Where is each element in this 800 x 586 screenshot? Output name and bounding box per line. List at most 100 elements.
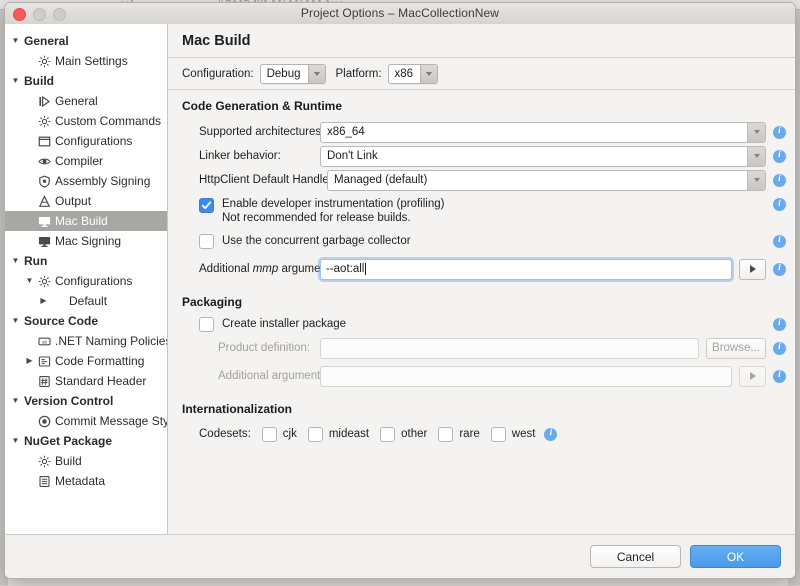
disclosure-spacer: ·	[23, 457, 36, 465]
chevron-down-icon	[747, 147, 765, 166]
platform-dropdown[interactable]: x86	[388, 64, 439, 84]
disclosure-open-icon[interactable]: ▼	[9, 257, 22, 265]
additional-arguments-label: Additional arguments:	[182, 370, 320, 382]
gear-icon	[36, 455, 53, 468]
codeset-checkbox-mideast[interactable]	[308, 427, 323, 442]
sidebar-item-run[interactable]: ▼Run	[5, 251, 167, 271]
info-icon[interactable]: i	[773, 174, 786, 187]
sidebar-item-general[interactable]: ·General	[5, 91, 167, 111]
page-title: Mac Build	[182, 33, 250, 49]
row-supported-architectures: Supported architectures: x86_64 i	[168, 120, 795, 144]
cancel-button[interactable]: Cancel	[590, 545, 681, 568]
codeset-checkbox-cjk[interactable]	[262, 427, 277, 442]
disclosure-spacer: ·	[23, 57, 36, 65]
sidebar-item-source-code[interactable]: ▼Source Code	[5, 311, 167, 331]
svg-text:ab: ab	[42, 339, 48, 344]
info-icon[interactable]: i	[773, 318, 786, 331]
browse-button[interactable]: Browse...	[706, 338, 766, 359]
sidebar-item-default[interactable]: ▶Default	[5, 291, 167, 311]
disclosure-open-icon[interactable]: ▼	[9, 397, 22, 405]
dialog-titlebar[interactable]: Project Options – MacCollectionNew	[5, 3, 795, 25]
sidebar-item-custom-commands[interactable]: ·Custom Commands	[5, 111, 167, 131]
sidebar-item-label: Version Control	[22, 394, 113, 408]
sidebar-item-metadata[interactable]: ·Metadata	[5, 471, 167, 491]
info-icon[interactable]: i	[773, 342, 786, 355]
httpclient-handler-dropdown[interactable]: Managed (default)	[327, 170, 766, 191]
sidebar-item-main-settings[interactable]: ·Main Settings	[5, 51, 167, 71]
disclosure-spacer: ·	[23, 97, 36, 105]
info-icon[interactable]: i	[773, 126, 786, 139]
sidebar-item-net-naming-policies[interactable]: ·ab.NET Naming Policies	[5, 331, 167, 351]
chevron-down-icon	[747, 171, 765, 190]
info-icon[interactable]: i	[773, 235, 786, 248]
sidebar-item-mac-build[interactable]: ·Mac Build	[5, 211, 167, 231]
sidebar-item-label: Source Code	[22, 314, 98, 328]
sidebar-item-build[interactable]: ·Build	[5, 451, 167, 471]
settings-scroll-area[interactable]: Code Generation & Runtime Supported arch…	[168, 90, 795, 535]
ok-button[interactable]: OK	[690, 545, 781, 568]
row-profiling: Enable developer instrumentation (profil…	[168, 197, 795, 225]
sidebar-item-version-control[interactable]: ▼Version Control	[5, 391, 167, 411]
sidebar-item-label: Mac Build	[53, 214, 108, 228]
profiling-checkbox[interactable]	[199, 198, 214, 213]
disclosure-closed-icon[interactable]: ▶	[37, 297, 50, 305]
mmp-arguments-input[interactable]: --aot:all	[320, 259, 732, 280]
codeset-label: other	[401, 428, 427, 440]
pane-header: Mac Build	[168, 24, 795, 58]
concurrent-gc-checkbox[interactable]	[199, 234, 214, 249]
sidebar-item-assembly-signing[interactable]: ·Assembly Signing	[5, 171, 167, 191]
codeset-item-rare: rare	[438, 427, 479, 442]
additional-arguments-expand-button[interactable]	[739, 366, 766, 387]
disclosure-open-icon[interactable]: ▼	[9, 77, 22, 85]
sidebar-item-build[interactable]: ▼Build	[5, 71, 167, 91]
disclosure-open-icon[interactable]: ▼	[9, 37, 22, 45]
settings-content: Mac Build Configuration: Debug Platform:…	[168, 24, 795, 535]
info-icon[interactable]: i	[773, 150, 786, 163]
project-options-dialog: Project Options – MacCollectionNew ▼Gene…	[4, 2, 796, 579]
codeset-checkbox-rare[interactable]	[438, 427, 453, 442]
sidebar-item-general[interactable]: ▼General	[5, 31, 167, 51]
additional-arguments-input[interactable]	[320, 366, 732, 387]
configuration-value: Debug	[261, 65, 308, 83]
codeset-list: cjkmideastotherrarewest	[251, 427, 536, 442]
product-definition-input[interactable]	[320, 338, 699, 359]
dialog-body: ▼General·Main Settings▼Build·General·Cus…	[5, 24, 795, 535]
info-icon[interactable]: i	[773, 370, 786, 383]
disclosure-open-icon[interactable]: ▼	[9, 437, 22, 445]
sidebar-item-code-formatting[interactable]: ▶Code Formatting	[5, 351, 167, 371]
sidebar-item-compiler[interactable]: ·Compiler	[5, 151, 167, 171]
settings-sidebar[interactable]: ▼General·Main Settings▼Build·General·Cus…	[5, 24, 168, 535]
configuration-dropdown[interactable]: Debug	[260, 64, 326, 84]
info-icon[interactable]: i	[773, 263, 786, 276]
disclosure-closed-icon[interactable]: ▶	[23, 357, 36, 365]
disclosure-open-icon[interactable]: ▼	[9, 317, 22, 325]
linker-behavior-dropdown[interactable]: Don't Link	[320, 146, 766, 167]
dialog-footer: Cancel OK	[5, 534, 795, 578]
create-installer-checkbox[interactable]	[199, 317, 214, 332]
profiling-label: Enable developer instrumentation (profil…	[222, 198, 444, 210]
linker-behavior-value: Don't Link	[321, 147, 747, 166]
window-icon	[36, 135, 53, 148]
supported-architectures-dropdown[interactable]: x86_64	[320, 122, 766, 143]
sidebar-item-output[interactable]: ·Output	[5, 191, 167, 211]
sidebar-item-commit-message-style[interactable]: ·Commit Message Style	[5, 411, 167, 431]
supported-architectures-value: x86_64	[321, 123, 747, 142]
mmp-arguments-expand-button[interactable]	[739, 259, 766, 280]
info-icon[interactable]: i	[544, 428, 557, 441]
sidebar-item-label: Configurations	[53, 274, 132, 288]
profiling-sublabel: Not recommended for release builds.	[222, 211, 444, 225]
codeset-checkbox-west[interactable]	[491, 427, 506, 442]
codeset-checkbox-other[interactable]	[380, 427, 395, 442]
sidebar-item-configurations[interactable]: ·Configurations	[5, 131, 167, 151]
configuration-label: Configuration:	[182, 68, 254, 80]
info-icon[interactable]: i	[773, 198, 786, 211]
sidebar-item-configurations[interactable]: ▼ Configurations	[5, 271, 167, 291]
sidebar-item-standard-header[interactable]: ·Standard Header	[5, 371, 167, 391]
codeset-label: cjk	[283, 428, 297, 440]
sidebar-item-mac-signing[interactable]: ·Mac Signing	[5, 231, 167, 251]
sidebar-item-nuget-package[interactable]: ▼NuGet Package	[5, 431, 167, 451]
disclosure-open-icon[interactable]: ▼	[23, 277, 36, 285]
row-create-installer: Create installer package i	[168, 316, 795, 332]
doc-icon	[36, 475, 53, 488]
row-mmp-arguments: Additional mmp arguments: --aot:all i	[168, 257, 795, 281]
